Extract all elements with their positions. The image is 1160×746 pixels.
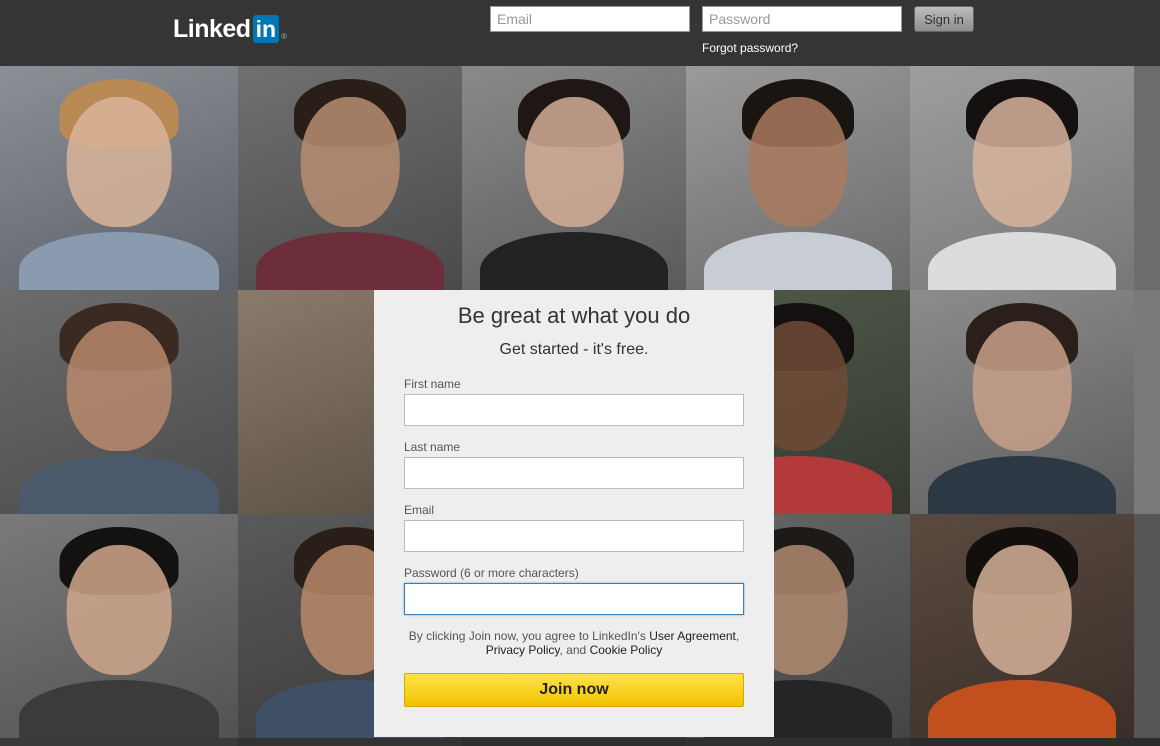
cookie-policy-link[interactable]: Cookie Policy [590,643,663,657]
forgot-password-link[interactable]: Forgot password? [702,41,798,55]
background-photo [0,514,238,738]
linkedin-logo[interactable]: Linked in ® [173,14,287,44]
top-header: Linked in ® Sign in Forgot password? [0,0,1160,67]
background-photo [1134,514,1160,738]
first-name-label: First name [404,377,461,391]
background-photo [238,738,462,746]
background-photo [0,66,238,290]
legal-and: , and [559,643,587,657]
legal-notice: By clicking Join now, you agree to Linke… [404,629,744,657]
background-photo [0,738,238,746]
background-photo [462,738,686,746]
header-email-input[interactable] [490,6,690,32]
last-name-label: Last name [404,440,461,454]
signup-subtitle: Get started - it's free. [499,341,649,358]
legal-comma: , [735,629,740,643]
password-field[interactable] [404,583,744,615]
logo-in-badge: in [252,15,280,43]
email-label: Email [404,503,435,517]
background-photo [910,290,1134,514]
join-now-button[interactable]: Join now [404,673,744,707]
header-password-input[interactable] [702,6,902,32]
last-name-field[interactable] [404,457,744,489]
background-photo [1134,738,1160,746]
background-photo [910,738,1134,746]
logo-text: Linked [173,15,251,43]
registered-mark: ® [281,31,287,41]
background-photo [1134,290,1160,514]
background-photo [0,290,238,514]
background-photo [686,66,910,290]
background-photo [462,66,686,290]
background-photo [686,738,910,746]
first-name-field[interactable] [404,394,744,426]
background-photo [238,66,462,290]
background-photo [1134,66,1160,290]
signup-card: Be great at what you do Get started - it… [374,290,774,737]
legal-prefix: By clicking Join now, you agree to Linke… [408,629,646,643]
sign-in-button[interactable]: Sign in [914,6,974,32]
email-field[interactable] [404,520,744,552]
signup-title: Be great at what you do [457,303,691,328]
privacy-policy-link[interactable]: Privacy Policy [486,643,560,657]
user-agreement-link[interactable]: User Agreement [649,629,736,643]
background-photo [910,66,1134,290]
password-label: Password (6 or more characters) [404,566,579,580]
background-photo [910,514,1134,738]
